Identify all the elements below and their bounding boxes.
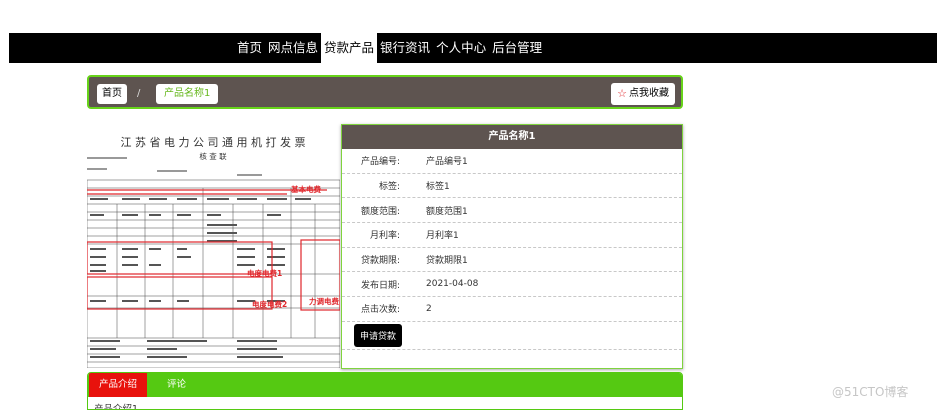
invoice-title: 江 苏 省 电 力 公 司 通 用 机 打 发 票	[121, 135, 306, 149]
breadcrumb: 首页 / 产品名称1 ☆ 点我收藏	[87, 75, 683, 109]
breadcrumb-current: 产品名称1	[156, 84, 219, 104]
detail-row-monthly-rate: 月利率: 月利率1	[342, 223, 682, 248]
detail-row-amount-range: 额度范围: 额度范围1	[342, 198, 682, 224]
tab-product-intro[interactable]: 产品介绍	[89, 373, 148, 397]
star-outline-icon: ☆	[617, 87, 627, 100]
main-menu: 首页 网点信息 贷款产品 银行资讯 个人中心 后台管理	[234, 33, 545, 63]
nav-personal-center[interactable]: 个人中心	[433, 33, 489, 63]
detail-value: 月利率1	[426, 231, 459, 242]
detail-label: 贷款期限:	[360, 256, 400, 267]
detail-value: 2021-04-08	[426, 279, 479, 290]
apply-row: 申请贷款	[342, 322, 682, 350]
detail-row-tag: 标签: 标签1	[342, 174, 682, 199]
nav-branch-info[interactable]: 网点信息	[265, 33, 321, 63]
breadcrumb-home-link[interactable]: 首页	[97, 84, 127, 104]
favorite-button[interactable]: ☆ 点我收藏	[611, 83, 675, 105]
tab-content: 产品介绍1	[94, 404, 139, 410]
nav-bank-news[interactable]: 银行资讯	[377, 33, 433, 63]
detail-row-click-count: 点击次数: 2	[342, 297, 682, 322]
product-tabs: 产品介绍 评论 产品介绍1	[87, 372, 683, 410]
tab-bar: 产品介绍 评论	[88, 373, 682, 397]
detail-label: 产品编号:	[360, 157, 400, 168]
watermark: @51CTO博客	[832, 385, 909, 399]
apply-loan-button[interactable]: 申请贷款	[354, 323, 403, 347]
detail-row-loan-term: 贷款期限: 贷款期限1	[342, 248, 682, 273]
detail-row-publish-date: 发布日期: 2021-04-08	[342, 272, 682, 298]
detail-value: 2	[426, 303, 432, 314]
nav-home[interactable]: 首页	[234, 33, 265, 63]
detail-value: 额度范围1	[426, 206, 468, 217]
detail-label: 点击次数:	[360, 305, 400, 316]
detail-label: 标签:	[378, 182, 400, 193]
detail-row-product-id: 产品编号: 产品编号1	[342, 149, 682, 174]
tab-comments[interactable]: 评论	[157, 373, 196, 397]
detail-label: 月利率:	[369, 231, 400, 242]
product-image: 江 苏 省 电 力 公 司 通 用 机 打 发 票 核 查 联 基本电费 电度电…	[87, 124, 340, 368]
annotation-power-factor-fee: 力调电费	[309, 296, 339, 306]
annotation-energy-fee-2: 电度电费2	[252, 299, 287, 309]
nav-loan-products[interactable]: 贷款产品	[321, 33, 378, 63]
detail-label: 额度范围:	[360, 206, 400, 217]
detail-label: 发布日期:	[360, 280, 400, 291]
product-title: 产品名称1	[342, 125, 682, 149]
invoice-subtitle: 核 查 联	[199, 151, 227, 161]
annotation-basic-fee: 基本电费	[290, 184, 321, 194]
detail-value: 贷款期限1	[426, 256, 468, 267]
top-navbar: 首页 网点信息 贷款产品 银行资讯 个人中心 后台管理	[9, 33, 937, 63]
breadcrumb-separator: /	[137, 88, 141, 99]
detail-value: 产品编号1	[426, 157, 468, 168]
favorite-button-label: 点我收藏	[629, 88, 669, 99]
detail-value: 标签1	[426, 182, 450, 193]
annotation-energy-fee-1: 电度电费1	[247, 268, 282, 278]
nav-admin[interactable]: 后台管理	[489, 33, 545, 63]
product-detail-panel: 产品名称1 产品编号: 产品编号1 标签: 标签1 额度范围: 额度范围1 月利…	[341, 124, 683, 369]
